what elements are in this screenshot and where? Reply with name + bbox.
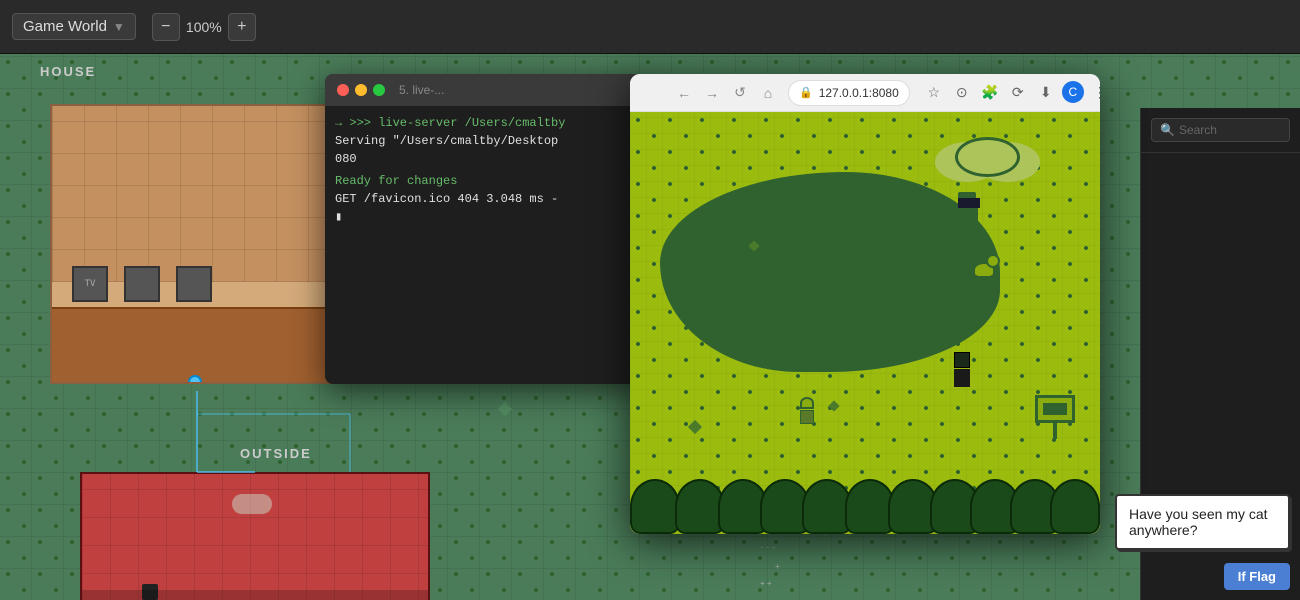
gb-character-1 — [958, 192, 980, 222]
terminal-line-5: GET /favicon.ico 404 3.048 ms - — [335, 190, 635, 208]
house-item-2 — [124, 266, 160, 302]
terminal-line-1: → >>> live-server /Users/cmaltby — [335, 114, 635, 132]
browser-home-button[interactable]: ⌂ — [756, 81, 780, 105]
zoom-controls: − 100% + — [152, 13, 256, 41]
browser-back-button[interactable]: ← — [672, 81, 696, 105]
dialog-text: Have you seen my cat anywhere? — [1129, 506, 1268, 538]
gb-duck-head — [986, 254, 1000, 268]
if-flag-button[interactable]: If Flag — [1224, 563, 1290, 590]
terminal-maximize-button[interactable] — [373, 84, 385, 96]
outside-map-inner — [82, 474, 428, 600]
outside-map[interactable] — [80, 472, 430, 600]
terminal-line-3: 080 — [335, 150, 635, 168]
zoom-plus-button[interactable]: + — [228, 13, 256, 41]
gb-tree-11 — [1050, 479, 1100, 534]
right-search-area: 🔍 Search — [1141, 108, 1300, 153]
star-dots-3: + — [775, 562, 780, 571]
browser-titlebar: ← → ↺ ⌂ 🔒 127.0.0.1:8080 ☆ ⊙ 🧩 ⟳ ⬇ C ⋮ + — [630, 74, 1100, 112]
terminal-line-2: Serving "/Users/cmaltby/Desktop — [335, 132, 635, 150]
toolbar: Game World ▼ − 100% + — [0, 0, 1300, 54]
browser-share-button[interactable]: ⊙ — [950, 81, 974, 105]
gb-character-3 — [800, 397, 814, 424]
house-map[interactable]: TV — [50, 104, 340, 384]
world-selector[interactable]: Game World ▼ — [12, 13, 136, 40]
terminal-minimize-button[interactable] — [355, 84, 367, 96]
terminal-window: 5. live-... → >>> live-server /Users/cma… — [325, 74, 645, 384]
outside-floor — [82, 590, 428, 600]
browser-star-button[interactable]: ☆ — [922, 81, 946, 105]
outside-label-text: OUTSIDE — [240, 446, 312, 461]
browser-forward-button[interactable]: → — [700, 81, 724, 105]
zoom-minus-button[interactable]: − — [152, 13, 180, 41]
browser-content — [630, 112, 1100, 534]
star-dots-4: + + — [760, 579, 772, 588]
house-item-1: TV — [72, 266, 108, 302]
terminal-titlebar: 5. live-... — [325, 74, 645, 106]
browser-refresh-button[interactable]: ↺ — [728, 81, 752, 105]
search-placeholder: Search — [1179, 123, 1217, 137]
search-box[interactable]: 🔍 Search — [1151, 118, 1290, 142]
terminal-title-label: 5. live-... — [399, 83, 444, 97]
browser-actions: ☆ ⊙ 🧩 ⟳ ⬇ C ⋮ — [922, 81, 1100, 105]
house-item-3 — [176, 266, 212, 302]
gb-character-2 — [954, 352, 970, 387]
browser-nav: ← → ↺ ⌂ — [672, 81, 780, 105]
gameboy-world — [630, 112, 1100, 534]
terminal-line-4: Ready for changes — [335, 172, 635, 190]
gb-lake — [660, 172, 1000, 372]
cloud-sprite — [232, 494, 272, 514]
gb-cloud — [955, 137, 1020, 177]
dropdown-arrow-icon: ▼ — [113, 20, 125, 34]
house-floor-bottom — [52, 307, 338, 382]
browser-sync-button[interactable]: ⟳ — [1006, 81, 1030, 105]
house-connection-dot — [188, 375, 202, 384]
address-bar[interactable]: 🔒 127.0.0.1:8080 — [788, 80, 910, 106]
gb-trees-row — [630, 454, 1100, 534]
terminal-close-button[interactable] — [337, 84, 349, 96]
browser-downloads-button[interactable]: ⬇ — [1034, 81, 1058, 105]
browser-profile-button[interactable]: C — [1062, 81, 1084, 103]
dialog-box: Have you seen my cat anywhere? — [1115, 494, 1290, 550]
house-map-inner: TV — [52, 106, 338, 382]
house-items-row: TV — [72, 266, 318, 302]
search-icon: 🔍 — [1160, 123, 1175, 137]
url-text: 127.0.0.1:8080 — [819, 86, 899, 100]
gb-sign — [1035, 395, 1075, 439]
house-label-text: HOUSE — [40, 64, 96, 79]
terminal-body[interactable]: → >>> live-server /Users/cmaltby Serving… — [325, 106, 645, 234]
world-name-label: Game World — [23, 18, 107, 35]
browser-window: ← → ↺ ⌂ 🔒 127.0.0.1:8080 ☆ ⊙ 🧩 ⟳ ⬇ C ⋮ + — [630, 74, 1100, 534]
outside-section-label: OUTSIDE — [240, 446, 312, 461]
star-dots-2: · · · — [760, 542, 776, 553]
browser-extension-button[interactable]: 🧩 — [978, 81, 1002, 105]
house-section-label: HOUSE — [40, 64, 96, 79]
browser-menu-button[interactable]: ⋮ — [1088, 81, 1100, 105]
terminal-cursor: ▮ — [335, 208, 635, 226]
gb-tree-1 — [630, 479, 680, 534]
game-canvas: HOUSE TV OUTSIDE — [0, 54, 1300, 600]
zoom-value-label: 100% — [184, 19, 224, 35]
lock-icon: 🔒 — [799, 86, 813, 99]
